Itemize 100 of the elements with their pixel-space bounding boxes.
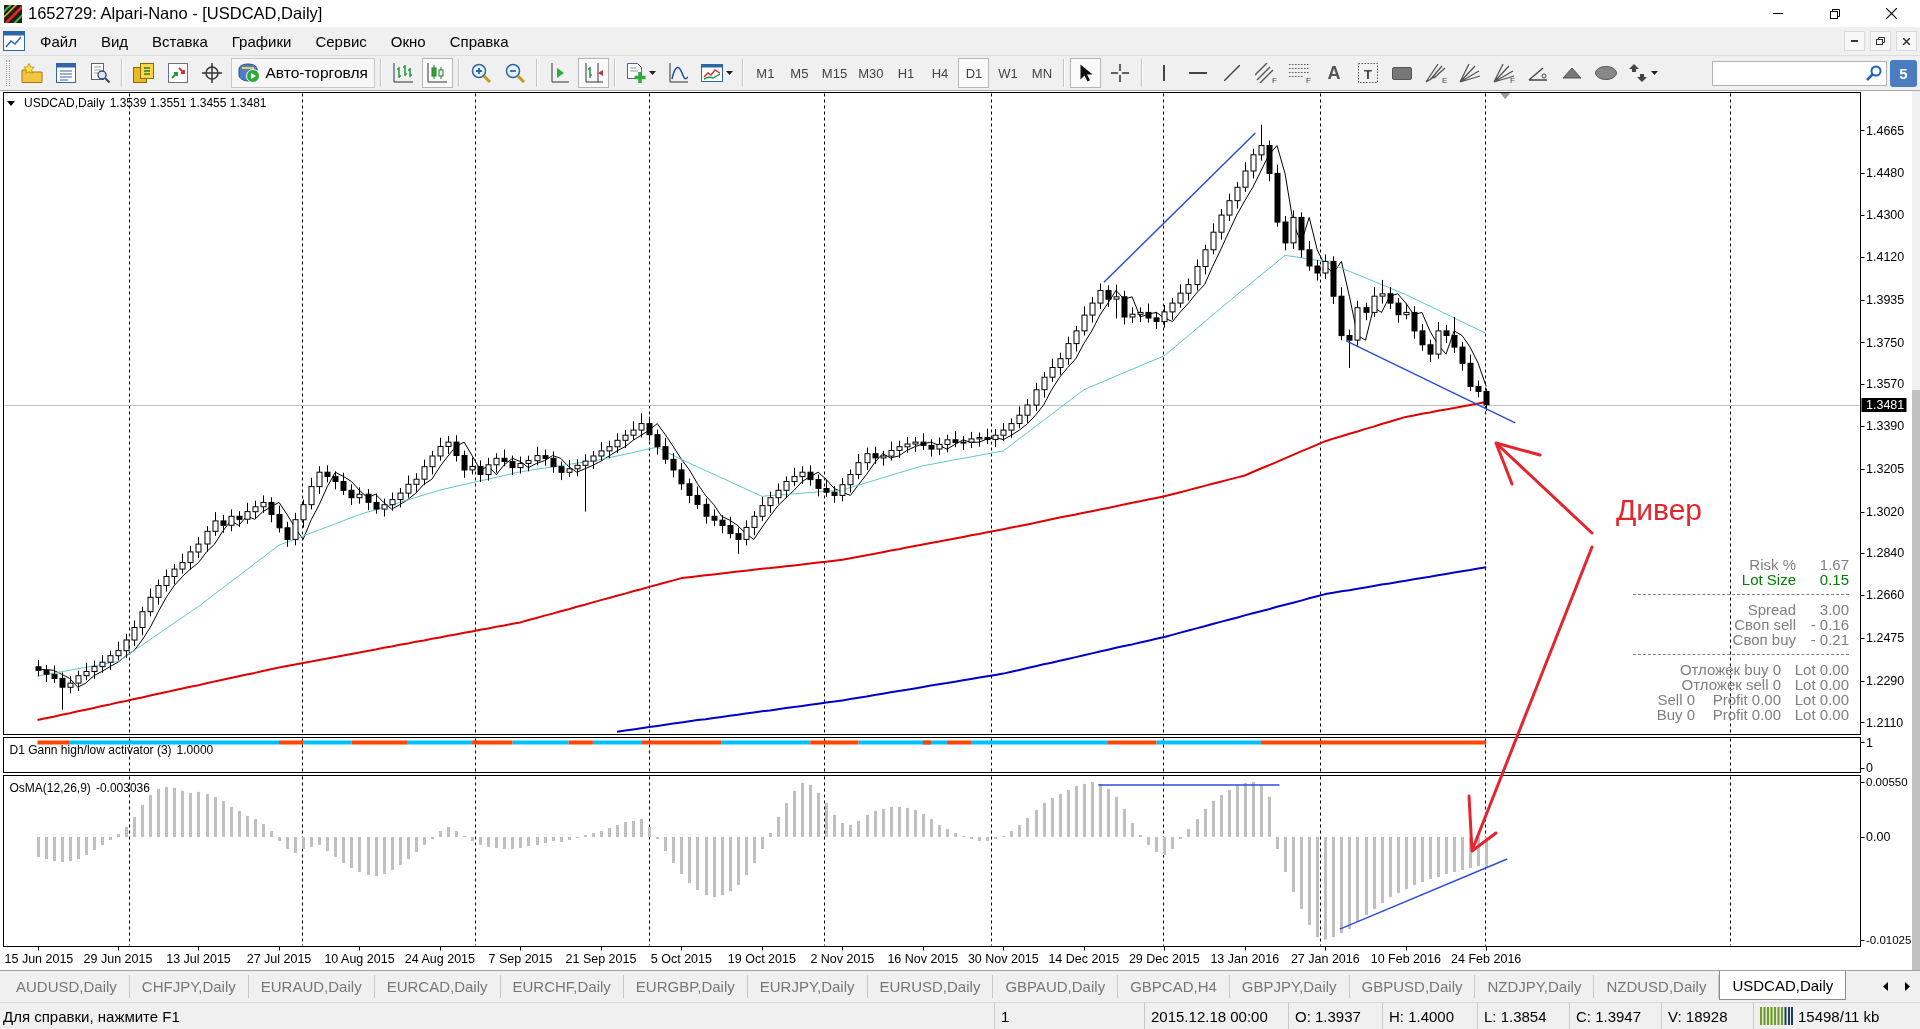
messages-button[interactable]: 5 [1890,59,1917,87]
left-triangle-icon [1882,982,1888,991]
chart-tab[interactable]: EURCAD,Daily [374,975,501,998]
candle-wick [802,465,803,485]
minimize-icon [1851,40,1858,42]
candle-wick [520,456,521,475]
axis-label: 0.00550 [1866,775,1908,788]
info-value: 3.00 [1819,602,1849,617]
document-magnifier-icon [90,63,110,83]
chart-tab[interactable]: GBPJPY,Daily [1229,975,1350,998]
timeframe-button[interactable]: M30 [854,58,888,88]
app-logo-icon [4,4,22,23]
axis-label: 1.2290 [1866,673,1905,688]
list-window-icon [56,63,76,83]
info-value: - 0.16 [1810,617,1849,632]
chart-tab[interactable]: NZDJPY,Daily [1475,975,1595,998]
axis-label: 1.2660 [1866,588,1905,602]
timeframe-button[interactable]: MN [1026,58,1058,88]
ref-line-label: 1.3481 [1866,397,1905,412]
timeframe-button[interactable]: W1 [992,58,1024,88]
timeframe-button[interactable]: M15 [817,58,852,88]
candle-wick [794,467,795,487]
auto-trading-button[interactable]: Авто-торговля [230,58,375,88]
timeframe-button[interactable]: M5 [783,58,815,88]
axis-label: 27 Jan 2016 [1290,951,1360,966]
chart-tab[interactable]: AUDUSD,Daily [4,975,130,998]
candle-wick [311,477,312,510]
chart-subtitle: 1.0000 [176,742,214,757]
candle-wick [1100,282,1101,310]
candle-wick [368,488,369,511]
scrollbar-thumb[interactable] [1912,390,1920,970]
restore-button[interactable] [1870,31,1891,51]
search-field[interactable] [1712,60,1887,86]
menu-item[interactable]: Вставка [140,29,220,53]
menu-item[interactable]: Вид [88,29,141,53]
candle-wick [46,664,47,683]
axis-label: 1.3205 [1866,461,1905,476]
status-text: Для справки, нажмите F1 [3,1007,180,1025]
axis-label: 16 Nov 2015 [887,951,959,966]
timeframe-button[interactable]: M1 [749,58,781,88]
caret-icon [648,71,656,75]
search-icon[interactable] [1866,65,1882,81]
axis-shift-icon [583,63,604,83]
timeframe-button[interactable]: D1 [958,58,990,88]
menu-item[interactable]: Файл [28,29,89,53]
menu-item[interactable]: Графики [219,29,304,53]
chart-tab[interactable]: CHFJPY,Daily [129,975,249,998]
chart-tab[interactable]: EURGBP,Daily [623,975,748,998]
candle-wick [190,545,191,571]
axis-label: 29 Dec 2015 [1128,951,1200,966]
timeframe-button[interactable]: H4 [924,58,956,88]
candle-wick [351,483,352,506]
candle-wick [1261,124,1262,162]
axis-label: 5 Oct 2015 [650,951,712,966]
candle-wick [714,508,715,527]
cards-icon [133,63,155,83]
info-value: 1.67 [1819,557,1849,572]
chart-tab[interactable]: GBPCAD,H4 [1118,975,1230,998]
close-icon [1903,37,1910,45]
candle-wick [601,441,602,462]
candle-wick [488,457,489,482]
chart-tab[interactable]: USDCAD,Daily [1719,971,1847,1000]
candle-wick [762,496,763,522]
info-text: Отложек sell 0 [1681,677,1781,692]
axis-label: 27 Jul 2015 [246,951,312,966]
zoom-out-icon [505,63,526,83]
chart-tab[interactable]: EURJPY,Daily [747,975,868,998]
window-chart-icon [700,64,723,82]
axis-label: 30 Nov 2015 [967,951,1039,966]
minimize-button[interactable] [1844,31,1865,51]
target-icon [202,63,222,83]
document-plus-icon [625,63,646,83]
candle-wick [1108,284,1109,308]
info-text: Buy 0 [1656,707,1695,722]
candle-wick [239,510,240,528]
timeframe-button[interactable]: H1 [890,58,922,88]
candle-wick [706,497,707,525]
close-button[interactable] [1896,31,1917,51]
axis-label: 2 Nov 2015 [810,951,875,966]
toolbar-button[interactable]: T [1352,58,1384,88]
chart-tab[interactable]: GBPUSD,Daily [1349,975,1476,998]
angle-icon [1527,65,1548,81]
menu-item[interactable]: Окно [378,29,438,53]
candle-wick [738,527,739,555]
text-tool-button[interactable]: A [1318,58,1350,88]
toolbar-button[interactable] [1070,58,1102,88]
axis-label: 1.3390 [1866,418,1905,433]
chart-tab[interactable]: EURUSD,Daily [867,975,994,998]
up-down-arrows-icon [1628,64,1649,82]
candle-wick [1374,286,1375,318]
candle-wick [319,465,320,495]
chart-tab[interactable]: EURAUD,Daily [248,975,375,998]
right-triangle-icon [1904,982,1910,991]
chart-tab[interactable]: EURCHF,Daily [500,975,624,998]
chart-tab[interactable]: GBPAUD,Daily [993,975,1119,998]
candle-wick [440,437,441,462]
axis-label: -0.01025 [1866,933,1912,946]
menu-item[interactable]: Сервис [303,29,379,53]
menu-item[interactable]: Справка [437,29,521,53]
axis-label: 21 Sep 2015 [565,951,637,966]
